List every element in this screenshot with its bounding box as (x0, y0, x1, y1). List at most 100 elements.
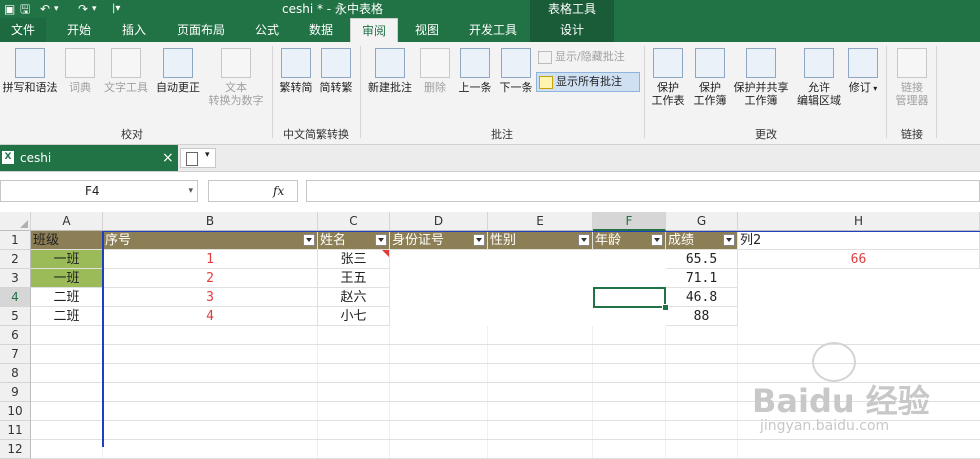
tab-developer[interactable]: 开发工具 (460, 18, 526, 42)
row-header-10[interactable]: 10 (0, 402, 31, 421)
customize-toolbar-icon[interactable]: |▾ (112, 0, 120, 18)
undo-icon[interactable]: ↶ (40, 0, 50, 18)
cell-a2[interactable]: 一班 (31, 250, 103, 269)
tab-design[interactable]: 设计 (530, 18, 614, 42)
convert-to-number-button[interactable]: 文本 转换为数字 (204, 48, 268, 107)
column-header-d[interactable]: D (390, 212, 488, 231)
column-header-e[interactable]: E (488, 212, 593, 231)
header-cell-class[interactable]: 班级 (31, 231, 103, 250)
text-tools-button[interactable]: 文字工具 (100, 48, 152, 94)
cell-b3[interactable]: 2 (103, 269, 318, 288)
tab-view[interactable]: 视图 (404, 18, 450, 42)
previous-comment-button[interactable]: 上一条 (454, 48, 496, 94)
name-box[interactable]: F4 ▾ (0, 180, 198, 202)
tab-home[interactable]: 开始 (54, 18, 104, 42)
row-header-12[interactable]: 12 (0, 440, 31, 459)
chevron-down-icon[interactable]: ▾ (188, 181, 193, 201)
filter-dropdown-icon[interactable] (651, 234, 663, 246)
row-header-6[interactable]: 6 (0, 326, 31, 345)
link-manager-button[interactable]: 链接 管理器 (890, 48, 934, 107)
selected-cell-f4[interactable] (593, 287, 666, 308)
row-header-8[interactable]: 8 (0, 364, 31, 383)
next-comment-button[interactable]: 下一条 (496, 48, 536, 94)
header-cell-id[interactable]: 身份证号 (390, 231, 488, 250)
row-header-9[interactable]: 9 (0, 383, 31, 402)
tab-data[interactable]: 数据 (298, 18, 344, 42)
filter-dropdown-icon[interactable] (578, 234, 590, 246)
new-document-button[interactable]: ▾ (180, 148, 216, 168)
cell-a5[interactable]: 二班 (31, 307, 103, 326)
fill-handle[interactable] (662, 304, 669, 311)
column-header-f[interactable]: F (593, 212, 666, 231)
document-tab[interactable]: X ceshi × (0, 145, 178, 171)
filter-dropdown-icon[interactable] (473, 234, 485, 246)
new-comment-button[interactable]: 新建批注 (364, 48, 416, 94)
column-header-a[interactable]: A (31, 212, 103, 231)
header-cell-age[interactable]: 年龄 (593, 231, 666, 250)
row-header-2[interactable]: 2 (0, 250, 31, 269)
cell-c5[interactable]: 小七 (318, 307, 390, 326)
column-header-h[interactable]: H (738, 212, 980, 231)
show-all-comments-button[interactable]: 显示所有批注 (536, 72, 640, 92)
dictionary-button[interactable]: 词典 (62, 48, 98, 94)
cell-g5[interactable]: 88 (666, 307, 738, 326)
header-cell-number[interactable]: 序号 (103, 231, 318, 250)
close-icon[interactable]: × (162, 145, 174, 171)
row-header-11[interactable]: 11 (0, 421, 31, 440)
tab-insert[interactable]: 插入 (110, 18, 158, 42)
worksheet-grid[interactable]: A B C D E F G H 1 2 3 4 5 6 7 8 9 10 11 … (0, 212, 980, 459)
cell-c3[interactable]: 王五 (318, 269, 390, 288)
cell-g2[interactable]: 65.5 (666, 250, 738, 269)
row-header-4[interactable]: 4 (0, 288, 31, 307)
redo-icon[interactable]: ↷ (78, 0, 88, 18)
filter-dropdown-icon[interactable] (723, 234, 735, 246)
protect-workbook-button[interactable]: 保护 工作簿 (690, 48, 730, 107)
header-cell-gender[interactable]: 性别 (488, 231, 593, 250)
delete-comment-button[interactable]: 删除 (418, 48, 452, 94)
header-cell-col2[interactable]: 列2 (738, 231, 980, 250)
row-header-1[interactable]: 1 (0, 231, 31, 250)
allow-edit-ranges-button[interactable]: 允许 编辑区域 (794, 48, 844, 107)
function-icon[interactable]: fx (273, 181, 284, 201)
tab-review[interactable]: 审阅 (350, 18, 398, 42)
cell-b2[interactable]: 1 (103, 250, 318, 269)
undo-dropdown-icon[interactable]: ▾ (54, 0, 59, 18)
protect-share-workbook-button[interactable]: 保护并共享 工作簿 (730, 48, 792, 107)
header-cell-score[interactable]: 成绩 (666, 231, 738, 250)
header-cell-name[interactable]: 姓名 (318, 231, 390, 250)
track-changes-button[interactable]: 修订 ▾ (846, 48, 880, 95)
trad-to-simp-button[interactable]: 繁转简 (276, 48, 316, 94)
redo-dropdown-icon[interactable]: ▾ (92, 0, 97, 18)
row-header-3[interactable]: 3 (0, 269, 31, 288)
show-hide-comment-button[interactable]: 显示/隐藏批注 (538, 50, 642, 64)
protect-sheet-button[interactable]: 保护 工作表 (646, 48, 690, 107)
spelling-grammar-button[interactable]: 拼写和语法 (0, 48, 60, 94)
filter-dropdown-icon[interactable] (375, 234, 387, 246)
table-tools-context-title: 表格工具 (530, 0, 614, 18)
row-header-7[interactable]: 7 (0, 345, 31, 364)
cell-b4[interactable]: 3 (103, 288, 318, 307)
simp-to-trad-button[interactable]: 简转繁 (316, 48, 356, 94)
cell-a3[interactable]: 一班 (31, 269, 103, 288)
cell-h2[interactable]: 66 (738, 250, 980, 269)
cell-g3[interactable]: 71.1 (666, 269, 738, 288)
save-icon[interactable]: 🖫 (20, 0, 30, 18)
cell-b5[interactable]: 4 (103, 307, 318, 326)
filter-dropdown-icon[interactable] (303, 234, 315, 246)
title-bar: ▣ 🖫 ↶ ▾ ↷ ▾ |▾ ceshi * - 永中表格 表格工具 (0, 0, 980, 18)
row-header-5[interactable]: 5 (0, 307, 31, 326)
formula-input[interactable] (306, 180, 980, 202)
cell-c2[interactable]: 张三 (318, 250, 390, 269)
column-header-g[interactable]: G (666, 212, 738, 231)
column-header-b[interactable]: B (103, 212, 318, 231)
select-all-corner[interactable] (0, 212, 31, 231)
tab-page-layout[interactable]: 页面布局 (166, 18, 236, 42)
cell-g4[interactable]: 46.8 (666, 288, 738, 307)
cell-a4[interactable]: 二班 (31, 288, 103, 307)
next-label: 下一条 (499, 81, 533, 94)
cell-c4[interactable]: 赵六 (318, 288, 390, 307)
tab-file[interactable]: 文件 (0, 18, 46, 42)
tab-formulas[interactable]: 公式 (244, 18, 290, 42)
autocorrect-button[interactable]: 自动更正 (152, 48, 204, 94)
column-header-c[interactable]: C (318, 212, 390, 231)
